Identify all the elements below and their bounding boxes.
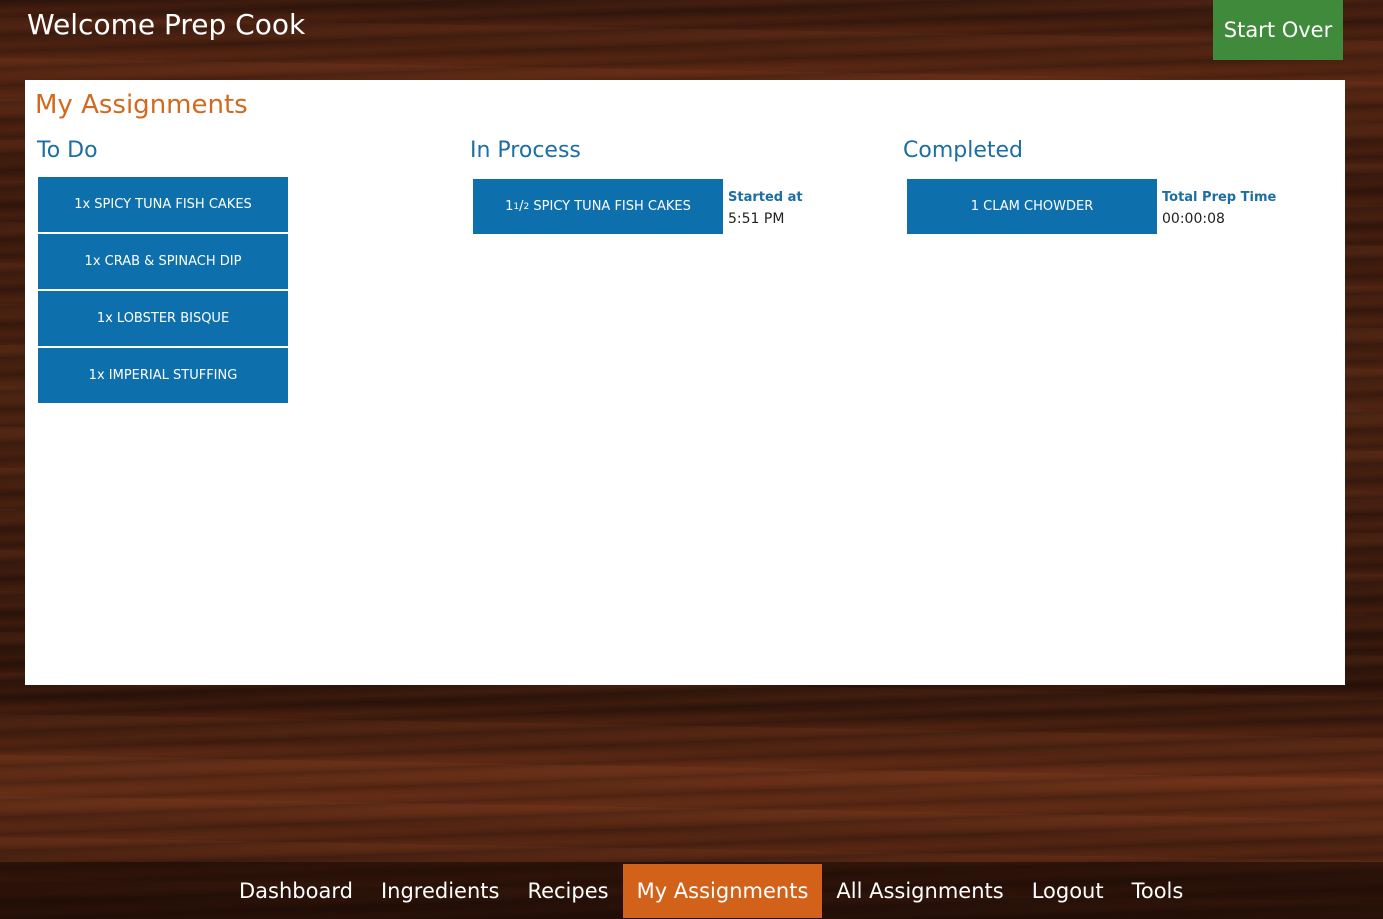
completed-heading: Completed <box>903 138 1023 163</box>
todo-task[interactable]: 1x IMPERIAL STUFFING <box>38 348 288 403</box>
nav-item-recipes[interactable]: Recipes <box>513 864 622 918</box>
todo-task[interactable]: 1x SPICY TUNA FISH CAKES <box>38 177 288 232</box>
in-process-heading: In Process <box>470 138 581 163</box>
todo-task[interactable]: 1x CRAB & SPINACH DIP <box>38 234 288 289</box>
started-at-label: Started at <box>728 190 803 205</box>
task-name: SPICY TUNA FISH CAKES <box>533 199 691 214</box>
nav-item-tools[interactable]: Tools <box>1118 864 1198 918</box>
start-over-button[interactable]: Start Over <box>1213 0 1343 60</box>
total-prep-time-label: Total Prep Time <box>1162 190 1277 205</box>
started-at-value: 5:51 PM <box>728 211 785 227</box>
page-title: My Assignments <box>35 90 248 120</box>
completed-task[interactable]: 1 CLAM CHOWDER <box>907 179 1157 234</box>
total-prep-time-value: 00:00:08 <box>1162 211 1225 227</box>
assignments-panel: My Assignments To Do 1x SPICY TUNA FISH … <box>25 80 1345 685</box>
bottom-nav: Dashboard Ingredients Recipes My Assignm… <box>0 862 1383 919</box>
qty-whole: 1 <box>505 199 514 214</box>
qty-numerator: 1 <box>513 201 520 212</box>
header-welcome: Welcome Prep Cook <box>27 8 306 41</box>
qty-denominator: 2 <box>523 201 530 212</box>
todo-heading: To Do <box>37 138 98 163</box>
nav-item-all-assignments[interactable]: All Assignments <box>822 864 1017 918</box>
nav-item-dashboard[interactable]: Dashboard <box>225 864 367 918</box>
todo-task[interactable]: 1x LOBSTER BISQUE <box>38 291 288 346</box>
nav-item-my-assignments[interactable]: My Assignments <box>622 864 823 918</box>
nav-item-logout[interactable]: Logout <box>1018 864 1118 918</box>
nav-item-ingredients[interactable]: Ingredients <box>367 864 514 918</box>
nav-items: Dashboard Ingredients Recipes My Assignm… <box>225 864 1197 918</box>
in-process-task[interactable]: 1 1/2 SPICY TUNA FISH CAKES <box>473 179 723 234</box>
